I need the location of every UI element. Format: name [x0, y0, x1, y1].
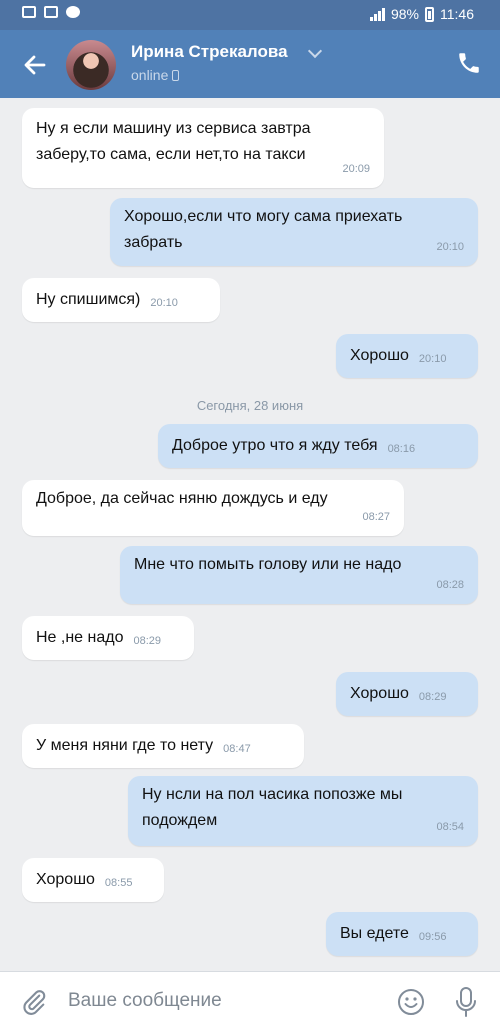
- message-time: 08:16: [387, 443, 416, 455]
- gallery-icon: [22, 6, 36, 18]
- mobile-icon: [172, 69, 180, 81]
- message-text: Мне что помыть голову или не надо: [134, 556, 402, 573]
- message-bubble-incoming[interactable]: Не ,не надо 08:29: [22, 616, 194, 660]
- phone-call-icon[interactable]: [456, 50, 482, 76]
- message-time: 08:47: [223, 743, 251, 755]
- message-time: 08:55: [104, 877, 133, 889]
- chevron-down-icon[interactable]: [307, 43, 323, 59]
- date-separator: Сегодня, 28 июня: [196, 398, 304, 413]
- message-bubble-incoming[interactable]: Хорошо 08:55: [22, 858, 164, 902]
- message-time: 20:10: [418, 353, 447, 365]
- status-bar: 98% 11:46: [0, 0, 500, 30]
- status-left-icons: [22, 6, 80, 18]
- notification-icon: [66, 6, 80, 18]
- message-time: 08:29: [418, 691, 447, 703]
- status-right: 98% 11:46: [369, 6, 474, 22]
- message-text: Вы едете: [340, 925, 409, 942]
- back-arrow-icon[interactable]: [18, 48, 52, 82]
- message-bubble-outgoing[interactable]: Хорошо 20:10: [336, 334, 478, 378]
- emoji-icon[interactable]: [396, 987, 426, 1017]
- message-time: 20:09: [342, 163, 370, 175]
- chat-header: Ирина Стрекалова online: [0, 30, 500, 98]
- message-bubble-outgoing[interactable]: Доброе утро что я жду тебя 08:16: [158, 424, 478, 468]
- message-bubble-outgoing[interactable]: Вы едете 09:56: [326, 912, 478, 956]
- message-input[interactable]: Ваше сообщение: [68, 990, 222, 1012]
- message-time: 08:54: [436, 821, 464, 833]
- message-text: Ну нсли на пол часика попозже мы подожде…: [142, 786, 403, 829]
- attach-icon[interactable]: [20, 988, 48, 1016]
- message-text: Не ,не надо: [36, 629, 124, 646]
- message-time: 20:10: [436, 241, 464, 253]
- sim-icon: [44, 6, 58, 18]
- message-text: Доброе утро что я жду тебя: [172, 437, 378, 454]
- message-bubble-incoming[interactable]: У меня няни где то нету 08:47: [22, 724, 304, 768]
- message-time: 09:56: [418, 931, 447, 943]
- message-composer: Ваше сообщение: [0, 971, 500, 1032]
- contact-status: online: [131, 67, 180, 83]
- message-bubble-outgoing[interactable]: Хорошо,если что могу сама приехать забра…: [110, 198, 478, 266]
- microphone-icon[interactable]: [452, 986, 480, 1018]
- message-text: Хорошо,если что могу сама приехать забра…: [124, 208, 403, 251]
- message-list[interactable]: Ну я если машину из сервиса завтра забер…: [0, 98, 500, 971]
- message-time: 08:29: [133, 635, 162, 647]
- message-time: 08:27: [362, 511, 390, 523]
- message-bubble-incoming[interactable]: Доброе, да сейчас няню дождусь и еду 08:…: [22, 480, 404, 536]
- message-text: Хорошо: [350, 347, 409, 364]
- signal-icon: [369, 7, 385, 21]
- online-status: online: [131, 67, 169, 83]
- message-text: Хорошо: [350, 685, 409, 702]
- battery-icon: [425, 6, 434, 22]
- message-bubble-outgoing[interactable]: Хорошо 08:29: [336, 672, 478, 716]
- message-time: 20:10: [150, 297, 178, 309]
- message-bubble-incoming[interactable]: Ну спишимся) 20:10: [22, 278, 220, 322]
- avatar[interactable]: [66, 40, 116, 90]
- message-text: Хорошо: [36, 871, 95, 888]
- contact-name[interactable]: Ирина Стрекалова: [131, 42, 288, 62]
- message-text: Ну я если машину из сервиса завтра забер…: [36, 120, 311, 163]
- message-bubble-outgoing[interactable]: Мне что помыть голову или не надо 08:28: [120, 546, 478, 604]
- message-text: Доброе, да сейчас няню дождусь и еду: [36, 490, 328, 507]
- message-bubble-outgoing[interactable]: Ну нсли на пол часика попозже мы подожде…: [128, 776, 478, 846]
- message-bubble-incoming[interactable]: Ну я если машину из сервиса завтра забер…: [22, 108, 384, 188]
- message-text: У меня няни где то нету: [36, 737, 214, 754]
- battery-percent: 98%: [390, 6, 419, 22]
- message-text: Ну спишимся): [36, 291, 141, 308]
- clock: 11:46: [440, 6, 474, 22]
- message-time: 08:28: [436, 579, 464, 591]
